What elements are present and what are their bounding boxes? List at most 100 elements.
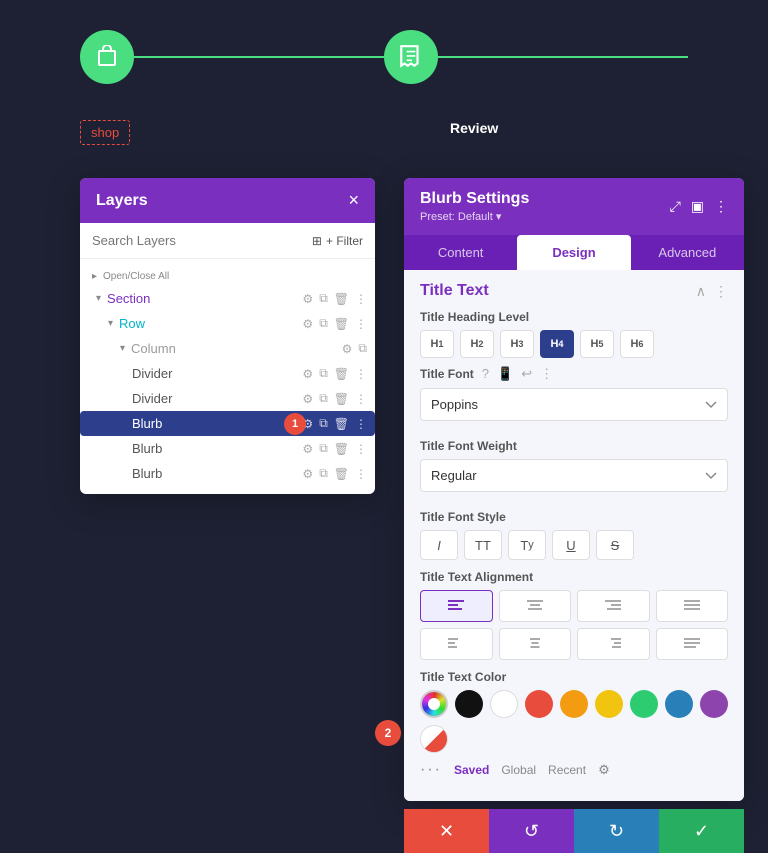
copy-icon[interactable]: ⧉ bbox=[319, 391, 328, 406]
more-icon[interactable]: ⋮ bbox=[355, 467, 367, 481]
more-icon[interactable]: ⋮ bbox=[355, 392, 367, 406]
delete-icon[interactable]: 🗑 bbox=[334, 467, 349, 481]
timeline-node-shop[interactable] bbox=[80, 30, 134, 84]
cancel-button[interactable]: ✕ bbox=[404, 809, 489, 853]
align-center-button[interactable] bbox=[499, 590, 572, 622]
gear-icon[interactable]: ⚙ bbox=[302, 367, 313, 381]
layer-blurb-2[interactable]: Blurb ⚙ ⧉ 🗑 ⋮ bbox=[80, 436, 375, 461]
collapse-icon[interactable]: ∧ bbox=[696, 283, 706, 300]
copy-icon[interactable]: ⧉ bbox=[319, 416, 328, 431]
reset-icon[interactable]: ↩ bbox=[521, 366, 532, 382]
section-more-icon[interactable]: ⋮ bbox=[714, 283, 728, 300]
layer-row[interactable]: ▾ Row ⚙ ⧉ 🗑 ⋮ bbox=[80, 311, 375, 336]
weight-label: Title Font Weight bbox=[420, 439, 728, 453]
help-icon[interactable]: ? bbox=[482, 366, 489, 382]
gear-icon[interactable]: ⚙ bbox=[302, 317, 313, 331]
strikethrough-button[interactable]: S bbox=[596, 530, 634, 560]
dots-icon[interactable]: ··· bbox=[420, 761, 442, 779]
align-justify-button[interactable] bbox=[656, 590, 729, 622]
layer-divider-2[interactable]: Divider ⚙ ⧉ 🗑 ⋮ bbox=[80, 386, 375, 411]
copy-icon[interactable]: ⧉ bbox=[319, 366, 328, 381]
h6-button[interactable]: H6 bbox=[620, 330, 654, 358]
save-button[interactable]: ✓ bbox=[659, 809, 744, 853]
delete-icon[interactable]: 🗑 bbox=[334, 392, 349, 406]
layer-section[interactable]: ▾ Section ⚙ ⧉ 🗑 ⋮ bbox=[80, 286, 375, 311]
color-orange[interactable] bbox=[560, 690, 588, 718]
color-black[interactable] bbox=[455, 690, 483, 718]
color-purple[interactable] bbox=[700, 690, 728, 718]
recent-link[interactable]: Recent bbox=[548, 763, 586, 777]
align-text-justify-button[interactable] bbox=[656, 628, 729, 660]
more-icon[interactable]: ⋮ bbox=[355, 367, 367, 381]
capitalize-button[interactable]: Ty bbox=[508, 530, 546, 560]
color-green[interactable] bbox=[630, 690, 658, 718]
h1-button[interactable]: H1 bbox=[420, 330, 454, 358]
copy-icon[interactable]: ⧉ bbox=[319, 466, 328, 481]
align-text-right-button[interactable] bbox=[577, 628, 650, 660]
layers-search-input[interactable] bbox=[92, 233, 304, 248]
layer-divider-1[interactable]: Divider ⚙ ⧉ 🗑 ⋮ bbox=[80, 361, 375, 386]
delete-icon[interactable]: 🗑 bbox=[334, 417, 349, 431]
divider1-icons: ⚙ ⧉ 🗑 ⋮ bbox=[302, 366, 367, 381]
color-red[interactable] bbox=[525, 690, 553, 718]
copy-icon[interactable]: ⧉ bbox=[358, 341, 367, 356]
filter-button[interactable]: ⊞ + Filter bbox=[312, 234, 363, 248]
font-select[interactable]: Poppins bbox=[420, 388, 728, 421]
color-blue[interactable] bbox=[665, 690, 693, 718]
h5-button[interactable]: H5 bbox=[580, 330, 614, 358]
delete-icon[interactable]: 🗑 bbox=[334, 367, 349, 381]
tab-advanced[interactable]: Advanced bbox=[631, 235, 744, 270]
color-yellow[interactable] bbox=[595, 690, 623, 718]
layer-blurb-1-active[interactable]: Blurb 1 ⚙ ⧉ 🗑 ⋮ bbox=[80, 411, 375, 436]
layer-blurb-3[interactable]: Blurb ⚙ ⧉ 🗑 ⋮ bbox=[80, 461, 375, 486]
tab-content[interactable]: Content bbox=[404, 235, 517, 270]
more-icon[interactable]: ⋮ bbox=[355, 292, 367, 306]
more-icon[interactable]: ⋮ bbox=[540, 366, 553, 382]
align-left-button[interactable] bbox=[420, 590, 493, 622]
layers-close-button[interactable]: × bbox=[348, 190, 359, 211]
more-icon[interactable]: ⋮ bbox=[355, 417, 367, 431]
column-label: Column bbox=[131, 341, 342, 356]
copy-icon[interactable]: ⧉ bbox=[319, 441, 328, 456]
color-white[interactable] bbox=[490, 690, 518, 718]
italic-button[interactable]: I bbox=[420, 530, 458, 560]
fullscreen-icon[interactable]: ⤢ bbox=[670, 198, 681, 215]
color-picker[interactable] bbox=[420, 690, 448, 718]
style-buttons: I TT Ty U S bbox=[420, 530, 728, 560]
delete-icon[interactable]: 🗑 bbox=[334, 317, 349, 331]
color-diagonal[interactable] bbox=[420, 725, 448, 753]
gear-icon[interactable]: ⚙ bbox=[342, 342, 353, 356]
sidebar-icon[interactable]: ▣ bbox=[691, 198, 704, 215]
h3-button[interactable]: H3 bbox=[500, 330, 534, 358]
gear-icon[interactable]: ⚙ bbox=[302, 442, 313, 456]
copy-icon[interactable]: ⧉ bbox=[319, 316, 328, 331]
align-text-left-button[interactable] bbox=[420, 628, 493, 660]
more-icon[interactable]: ⋮ bbox=[355, 442, 367, 456]
mobile-icon[interactable]: 📱 bbox=[497, 366, 513, 382]
gear-icon[interactable]: ⚙ bbox=[302, 467, 313, 481]
h2-button[interactable]: H2 bbox=[460, 330, 494, 358]
redo-button[interactable]: ↻ bbox=[574, 809, 659, 853]
open-close-all[interactable]: ▸ Open/Close All bbox=[80, 267, 375, 286]
gear-icon[interactable]: ⚙ bbox=[302, 392, 313, 406]
gear-icon[interactable]: ⚙ bbox=[302, 292, 313, 306]
copy-icon[interactable]: ⧉ bbox=[319, 291, 328, 306]
delete-icon[interactable]: 🗑 bbox=[334, 442, 349, 456]
global-link[interactable]: Global bbox=[501, 763, 536, 777]
tab-design[interactable]: Design bbox=[517, 235, 630, 270]
saved-link[interactable]: Saved bbox=[454, 763, 489, 777]
h4-button[interactable]: H4 bbox=[540, 330, 574, 358]
weight-select[interactable]: Regular bbox=[420, 459, 728, 492]
more-options-icon[interactable]: ⋮ bbox=[714, 198, 728, 215]
delete-icon[interactable]: 🗑 bbox=[334, 292, 349, 306]
title-text-heading: Title Text bbox=[420, 282, 489, 300]
color-gear-icon[interactable]: ⚙ bbox=[598, 762, 610, 778]
layer-column[interactable]: ▾ Column ⚙ ⧉ bbox=[80, 336, 375, 361]
uppercase-button[interactable]: TT bbox=[464, 530, 502, 560]
more-icon[interactable]: ⋮ bbox=[355, 317, 367, 331]
underline-button[interactable]: U bbox=[552, 530, 590, 560]
reset-button[interactable]: ↺ bbox=[489, 809, 574, 853]
align-right-button[interactable] bbox=[577, 590, 650, 622]
timeline-node-review[interactable] bbox=[384, 30, 438, 84]
align-text-center-button[interactable] bbox=[499, 628, 572, 660]
